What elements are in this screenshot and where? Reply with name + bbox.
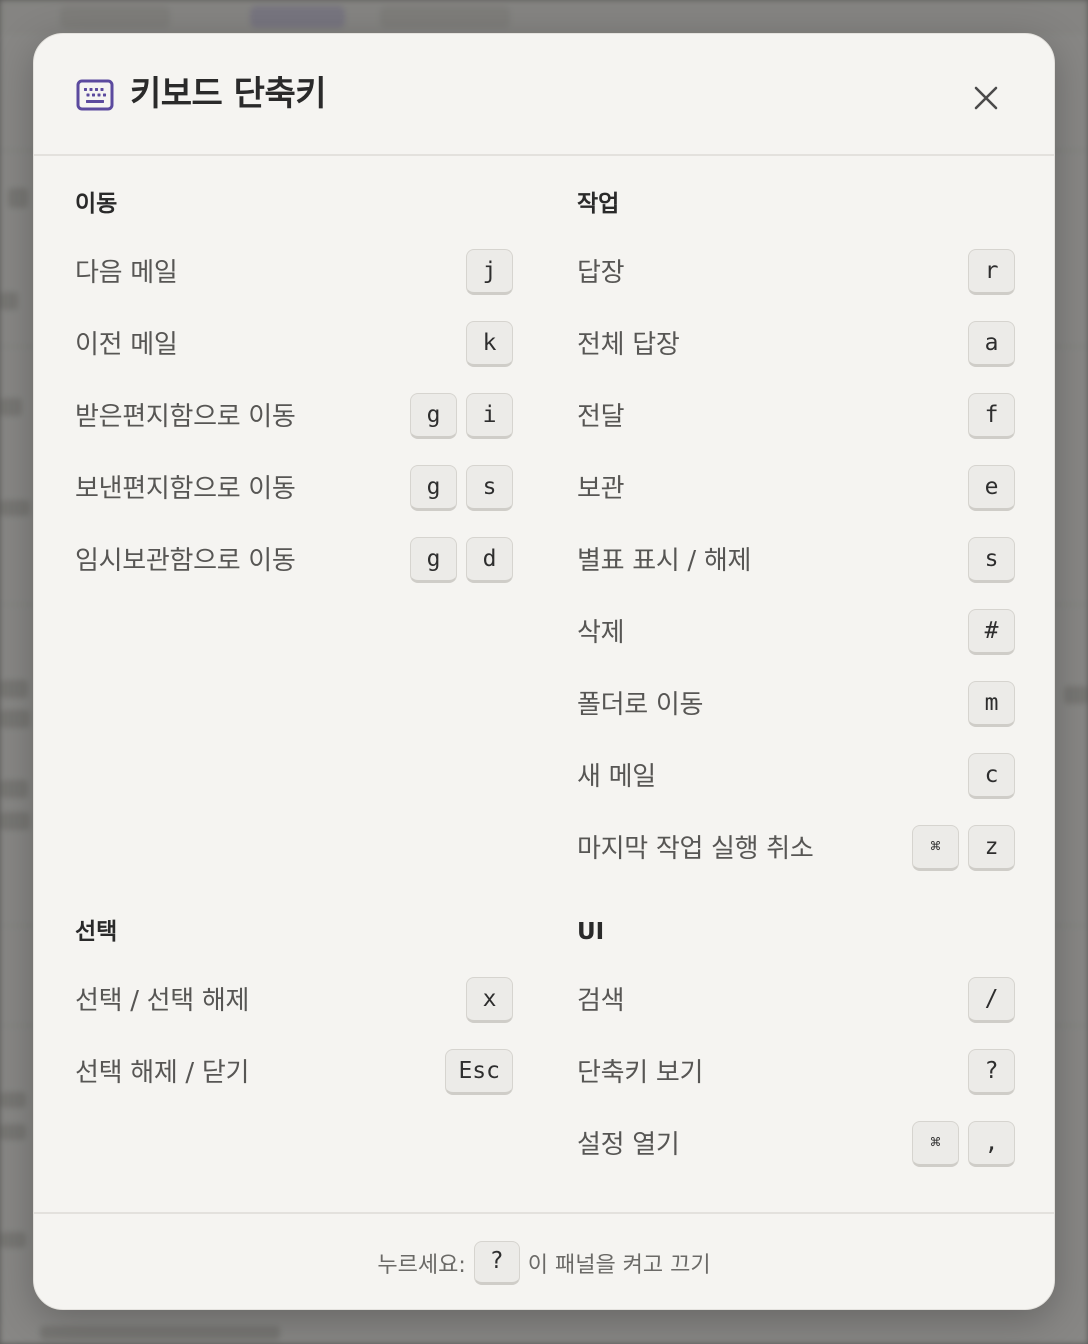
footer-key-cap: ?	[473, 1240, 520, 1285]
footer-suffix: 이 패널을 켜고 끄기	[527, 1252, 711, 1278]
key-cap: /	[968, 977, 1015, 1023]
shortcut-row: 별표 표시 / 해제 s	[577, 537, 1015, 585]
shortcut-keys: ⌘ z	[912, 825, 1015, 873]
key-cap: c	[968, 753, 1015, 799]
key-cap: g	[410, 537, 457, 583]
shortcut-label: 보관	[577, 474, 625, 504]
shortcuts-modal: 키보드 단축키 이동 다음 메일 j 이전 메일 k 받은편지함으로 이동 g …	[33, 33, 1055, 1310]
shortcut-label: 보낸편지함으로 이동	[75, 474, 296, 504]
close-button[interactable]	[962, 74, 1010, 122]
shortcut-keys: r	[968, 249, 1015, 297]
key-cap: Esc	[445, 1049, 513, 1095]
shortcut-row: 전달 f	[577, 393, 1015, 441]
shortcut-keys: a	[968, 321, 1015, 369]
shortcut-row: 다음 메일 j	[75, 249, 513, 297]
shortcut-row: 보낸편지함으로 이동 g s	[75, 465, 513, 513]
shortcut-row: 전체 답장 a	[577, 321, 1015, 369]
shortcut-row: 선택 / 선택 해제 x	[75, 977, 513, 1025]
shortcut-keys: /	[968, 977, 1015, 1025]
shortcut-row: 선택 해제 / 닫기 Esc	[75, 1049, 513, 1097]
section-title: 작업	[577, 191, 620, 217]
shortcut-label: 폴더로 이동	[577, 690, 704, 720]
key-cap: f	[968, 393, 1015, 439]
shortcut-row: 단축키 보기 ?	[577, 1049, 1015, 1097]
footer-prefix: 누르세요:	[377, 1252, 466, 1278]
key-cap: r	[968, 249, 1015, 295]
key-cap: i	[466, 393, 513, 439]
shortcut-label: 마지막 작업 실행 취소	[577, 834, 814, 864]
key-cap: j	[466, 249, 513, 295]
shortcut-label: 받은편지함으로 이동	[75, 402, 296, 432]
shortcut-label: 단축키 보기	[577, 1058, 704, 1088]
shortcut-label: 새 메일	[577, 762, 656, 792]
shortcut-label: 삭제	[577, 618, 625, 648]
shortcut-row: 받은편지함으로 이동 g i	[75, 393, 513, 441]
shortcut-keys: #	[968, 609, 1015, 657]
shortcut-keys: g i	[410, 393, 513, 441]
section-title: UI	[577, 919, 605, 945]
shortcut-row: 임시보관함으로 이동 g d	[75, 537, 513, 585]
key-cap: ,	[968, 1121, 1015, 1167]
shortcut-keys: m	[968, 681, 1015, 729]
shortcut-row: 설정 열기 ⌘ ,	[577, 1121, 1015, 1169]
shortcut-label: 설정 열기	[577, 1130, 680, 1160]
key-cap: g	[410, 393, 457, 439]
section-actions: 작업 답장 r 전체 답장 a 전달 f 보관 e 별표 표시 / 해제 s 삭…	[577, 186, 1015, 886]
key-cap: z	[968, 825, 1015, 871]
command-key-icon: ⌘	[912, 825, 959, 871]
key-cap: k	[466, 321, 513, 367]
command-key-icon: ⌘	[912, 1121, 959, 1167]
shortcut-row: 보관 e	[577, 465, 1015, 513]
shortcut-keys: j	[466, 249, 513, 297]
shortcut-keys: e	[968, 465, 1015, 513]
shortcut-keys: ?	[968, 1049, 1015, 1097]
shortcut-label: 선택 / 선택 해제	[75, 986, 250, 1016]
key-cap: s	[466, 465, 513, 511]
section-selection: 선택 선택 / 선택 해제 x 선택 해제 / 닫기 Esc	[75, 914, 513, 1114]
shortcut-row: 검색 /	[577, 977, 1015, 1025]
shortcut-label: 별표 표시 / 해제	[577, 546, 752, 576]
close-icon	[974, 86, 998, 110]
key-cap: s	[968, 537, 1015, 583]
shortcut-keys: c	[968, 753, 1015, 801]
section-title: 선택	[75, 919, 118, 945]
section-ui: UI 검색 / 단축키 보기 ? 설정 열기 ⌘ ,	[577, 914, 1015, 1194]
shortcut-label: 이전 메일	[75, 330, 178, 360]
shortcut-label: 검색	[577, 986, 625, 1016]
key-cap: a	[968, 321, 1015, 367]
shortcut-label: 전체 답장	[577, 330, 680, 360]
key-cap: x	[466, 977, 513, 1023]
shortcut-label: 선택 해제 / 닫기	[75, 1058, 250, 1088]
shortcut-label: 답장	[577, 258, 625, 288]
shortcut-keys: f	[968, 393, 1015, 441]
shortcut-keys: s	[968, 537, 1015, 585]
section-title: 이동	[75, 191, 118, 217]
shortcut-row: 새 메일 c	[577, 753, 1015, 801]
shortcut-row: 답장 r	[577, 249, 1015, 297]
key-cap: m	[968, 681, 1015, 727]
modal-header: 키보드 단축키	[34, 34, 1054, 156]
shortcut-keys: g s	[410, 465, 513, 513]
shortcut-row: 삭제 #	[577, 609, 1015, 657]
modal-title: 키보드 단축키	[130, 74, 327, 114]
key-cap: #	[968, 609, 1015, 655]
shortcut-label: 전달	[577, 402, 625, 432]
key-cap: d	[466, 537, 513, 583]
shortcut-row: 마지막 작업 실행 취소 ⌘ z	[577, 825, 1015, 873]
section-navigation: 이동 다음 메일 j 이전 메일 k 받은편지함으로 이동 g i 보낸편지함으…	[75, 186, 513, 606]
key-cap: ?	[968, 1049, 1015, 1095]
key-cap: e	[968, 465, 1015, 511]
key-cap: g	[410, 465, 457, 511]
shortcut-row: 폴더로 이동 m	[577, 681, 1015, 729]
shortcut-keys: g d	[410, 537, 513, 585]
modal-footer: 누르세요: ? 이 패널을 켜고 끄기	[34, 1212, 1054, 1309]
shortcut-keys: Esc	[445, 1049, 513, 1097]
shortcut-label: 임시보관함으로 이동	[75, 546, 296, 576]
shortcut-row: 이전 메일 k	[75, 321, 513, 369]
shortcut-keys: ⌘ ,	[912, 1121, 1015, 1169]
keyboard-icon	[76, 79, 114, 111]
shortcut-label: 다음 메일	[75, 258, 178, 288]
shortcut-keys: x	[466, 977, 513, 1025]
shortcut-keys: k	[466, 321, 513, 369]
